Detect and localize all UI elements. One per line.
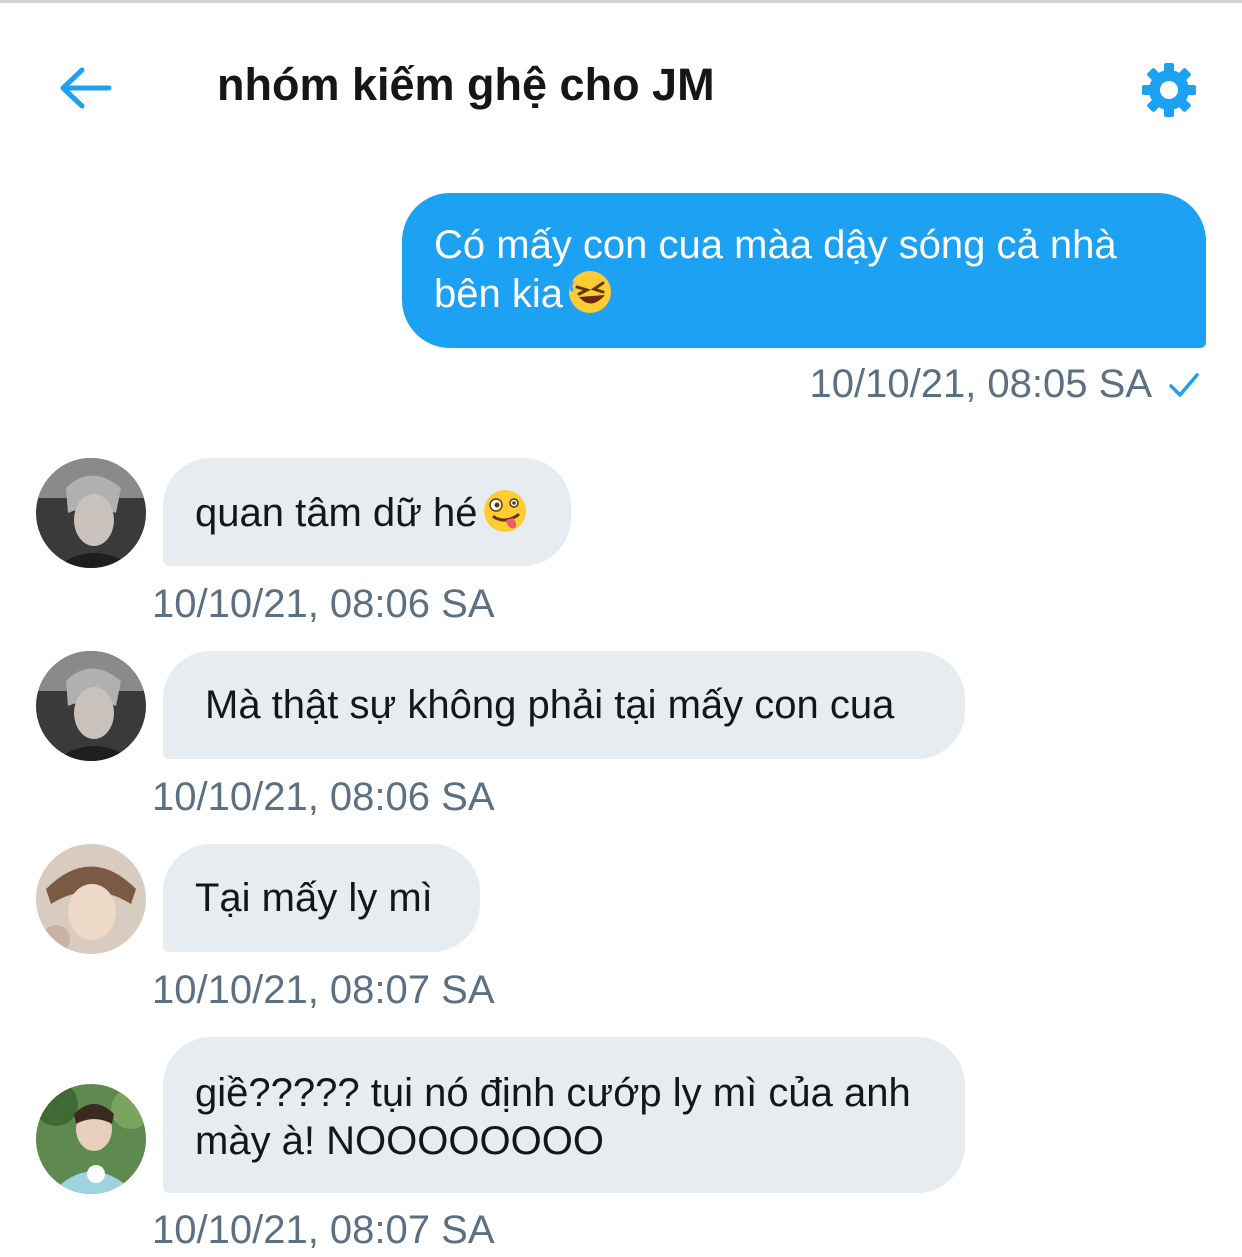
incoming-message-bubble[interactable]: Tại mấy ly mì [163, 844, 480, 952]
gear-icon [1142, 63, 1196, 117]
message-text-line: giề????? tụi nó định cướp ly mì của anh [195, 1071, 911, 1115]
back-button[interactable] [52, 55, 118, 121]
avatar[interactable] [36, 844, 146, 954]
outgoing-message-bubble[interactable]: Có mấy con cua màa dậy sóng cả nhà bên k… [402, 193, 1206, 348]
avatar[interactable] [36, 651, 146, 761]
avatar-image [36, 844, 146, 954]
message-timestamp: 10/10/21, 08:07 SA [152, 1208, 495, 1252]
message-text-line: mày à! NOOOOOOOO [195, 1119, 604, 1163]
message-timestamp: 10/10/21, 08:07 SA [152, 968, 495, 1012]
message-text: giề????? tụi nó định cướp ly mì của anh … [195, 1069, 911, 1165]
message-timestamp: 10/10/21, 08:06 SA [152, 775, 495, 819]
avatar-image [36, 651, 146, 761]
settings-button[interactable] [1134, 55, 1204, 125]
avatar-image [36, 1084, 146, 1194]
conversation-header: nhóm kiếm ghệ cho JM [0, 3, 1242, 163]
message-text: Có mấy con cua màa dậy sóng cả nhà bên k… [434, 223, 1117, 316]
avatar[interactable] [36, 1084, 146, 1194]
zany-face-emoji [483, 489, 526, 532]
message-timestamp: 10/10/21, 08:05 SA [809, 362, 1153, 406]
avatar-image [36, 458, 146, 568]
message-text: quan tâm dữ hé [195, 488, 528, 537]
message-timestamp: 10/10/21, 08:06 SA [152, 582, 495, 626]
avatar[interactable] [36, 458, 146, 568]
incoming-message-bubble[interactable]: Mà thật sự không phải tại mấy con cua [163, 651, 965, 759]
conversation-title: nhóm kiếm ghệ cho JM [217, 59, 715, 110]
message-text: Tại mấy ly mì [195, 876, 433, 920]
incoming-message-bubble[interactable]: giề????? tụi nó định cướp ly mì của anh … [163, 1037, 965, 1193]
message-text: Mà thật sự không phải tại mấy con cua [205, 683, 895, 727]
check-icon [1169, 372, 1199, 397]
incoming-message-bubble[interactable]: quan tâm dữ hé [163, 458, 571, 566]
arrow-left-icon [60, 67, 112, 109]
rolling-on-floor-laughing-emoji [568, 271, 611, 313]
outgoing-message-meta: 10/10/21, 08:05 SA [810, 362, 1201, 407]
